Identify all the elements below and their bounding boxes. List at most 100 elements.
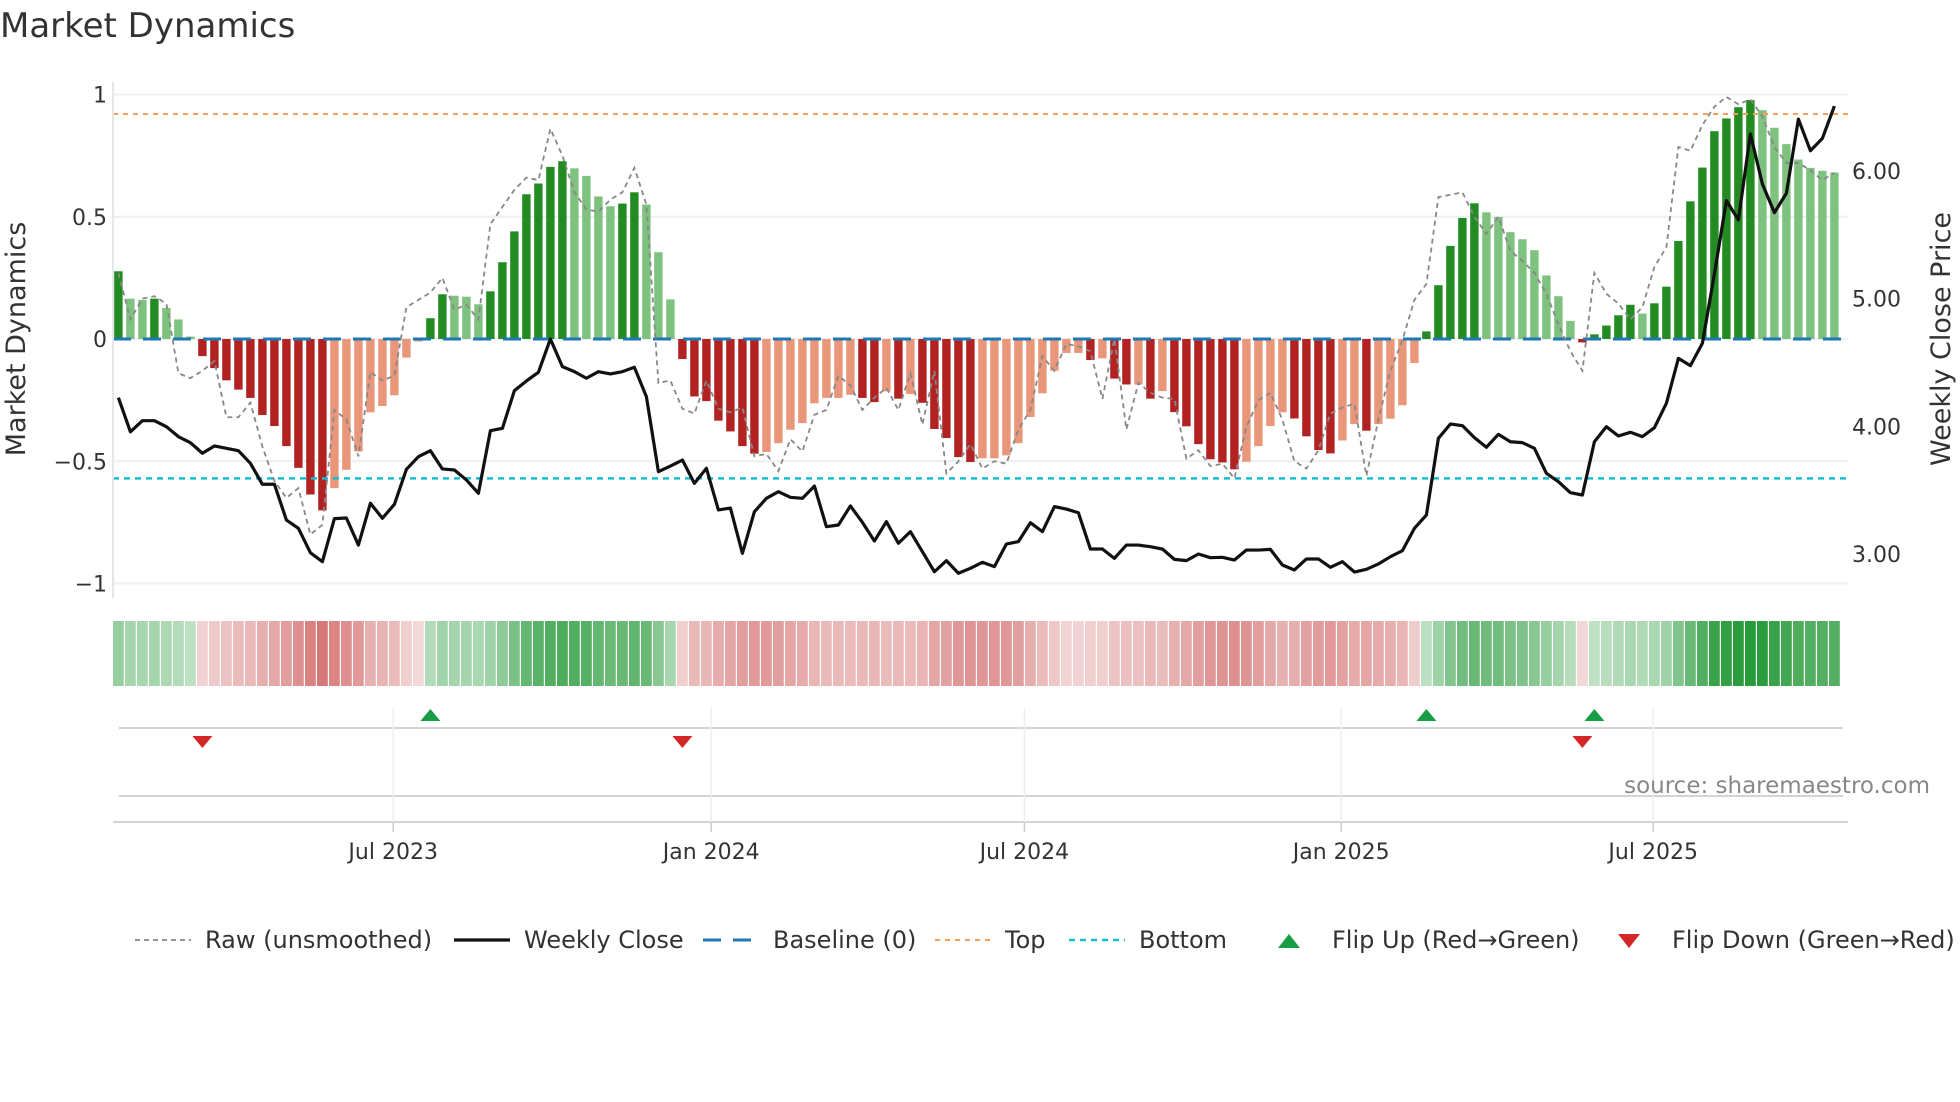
heat-cell	[1589, 621, 1600, 686]
heat-cell	[1025, 621, 1036, 686]
bar	[294, 339, 303, 468]
bar	[1362, 339, 1371, 431]
bar	[822, 339, 831, 398]
bar	[1806, 167, 1815, 339]
bar	[1434, 285, 1443, 339]
bar	[642, 204, 651, 339]
y-tick-label: 0	[93, 328, 107, 353]
heat-cell	[173, 621, 184, 686]
heat-cell	[809, 621, 820, 686]
heat-cell	[1421, 621, 1432, 686]
heat-cell	[1013, 621, 1024, 686]
heat-cell	[1649, 621, 1660, 686]
heat-cell	[653, 621, 664, 686]
bar	[1626, 304, 1635, 339]
heat-cell	[989, 621, 1000, 686]
bar	[1758, 110, 1767, 339]
bar	[678, 339, 687, 360]
bars	[114, 100, 1839, 511]
bar	[882, 339, 891, 392]
bar	[1542, 275, 1551, 339]
bar	[1710, 131, 1719, 339]
heat-cell	[1685, 621, 1696, 686]
heat-cell	[209, 621, 220, 686]
heat-cell	[725, 621, 736, 686]
heat-cell	[1097, 621, 1108, 686]
bar	[150, 298, 159, 339]
heat-cell	[1265, 621, 1276, 686]
heat-cell	[1625, 621, 1636, 686]
bar	[798, 339, 807, 424]
heat-cell	[1193, 621, 1204, 686]
heat-cell	[425, 621, 436, 686]
bar	[1530, 250, 1539, 339]
legend-label: Weekly Close	[524, 926, 684, 954]
bar	[858, 339, 867, 398]
bar	[1302, 339, 1311, 437]
legend-label: Raw (unsmoothed)	[205, 926, 433, 954]
bar	[174, 319, 183, 339]
heat-cell	[1637, 621, 1648, 686]
heat-cell	[389, 621, 400, 686]
x-tick-label: Jul 2024	[978, 840, 1070, 865]
bar	[1494, 216, 1503, 339]
bar	[630, 192, 639, 339]
flip-up-marker	[1584, 709, 1605, 721]
legend-swatch-flipup	[1262, 922, 1318, 958]
bar	[1794, 159, 1803, 339]
heat-cell	[221, 621, 232, 686]
heat-cell	[509, 621, 520, 686]
legend-label: Bottom	[1139, 926, 1228, 954]
bar	[1098, 339, 1107, 359]
heat-cell	[1049, 621, 1060, 686]
bar	[978, 339, 987, 459]
heat-cell	[437, 621, 448, 686]
heat-cell	[185, 621, 196, 686]
heat-cell	[125, 621, 136, 686]
heat-cell	[365, 621, 376, 686]
legend-item-close: Weekly Close	[454, 922, 684, 958]
bar	[690, 339, 699, 397]
legend-label: Baseline (0)	[773, 926, 917, 954]
bar	[918, 339, 927, 403]
y-right-tick-label: 6.00	[1852, 160, 1901, 185]
heat-cell	[1301, 621, 1312, 686]
y-tick-label: −1	[75, 573, 107, 598]
heat-cell	[821, 621, 832, 686]
bar	[870, 339, 879, 403]
heat-cell	[197, 621, 208, 686]
bar	[702, 339, 711, 402]
heat-cell	[701, 621, 712, 686]
bar	[1002, 339, 1011, 456]
heat-cell	[941, 621, 952, 686]
heat-cell	[1745, 621, 1756, 686]
heat-cell	[1397, 621, 1408, 686]
x-axis: Jul 2023 Jan 2024 Jul 2024 Jan 2025 Jul 2025	[113, 708, 1848, 865]
bar	[546, 166, 555, 339]
bar	[342, 339, 351, 470]
bar	[1698, 167, 1707, 339]
bar	[834, 339, 843, 398]
bar	[198, 339, 207, 357]
heat-cell	[1229, 621, 1240, 686]
heat-cell	[857, 621, 868, 686]
heat-cell	[1085, 621, 1096, 686]
heat-cell	[161, 621, 172, 686]
legend-item-baseline: Baseline (0)	[703, 922, 916, 958]
legend-label: Flip Up (Red→Green)	[1332, 926, 1580, 954]
bar	[810, 339, 819, 404]
heat-cell	[353, 621, 364, 686]
heat-cell	[1697, 621, 1708, 686]
bar	[714, 339, 723, 421]
bar	[1638, 313, 1647, 339]
bar	[618, 203, 627, 339]
heat-cell	[1001, 621, 1012, 686]
heat-cell	[773, 621, 784, 686]
bar	[1206, 339, 1215, 460]
bar	[1470, 203, 1479, 339]
heat-cell	[1505, 621, 1516, 686]
legend-item-top: Top	[935, 922, 1046, 958]
bar	[138, 299, 147, 339]
heat-cell	[377, 621, 388, 686]
heat-cell	[869, 621, 880, 686]
